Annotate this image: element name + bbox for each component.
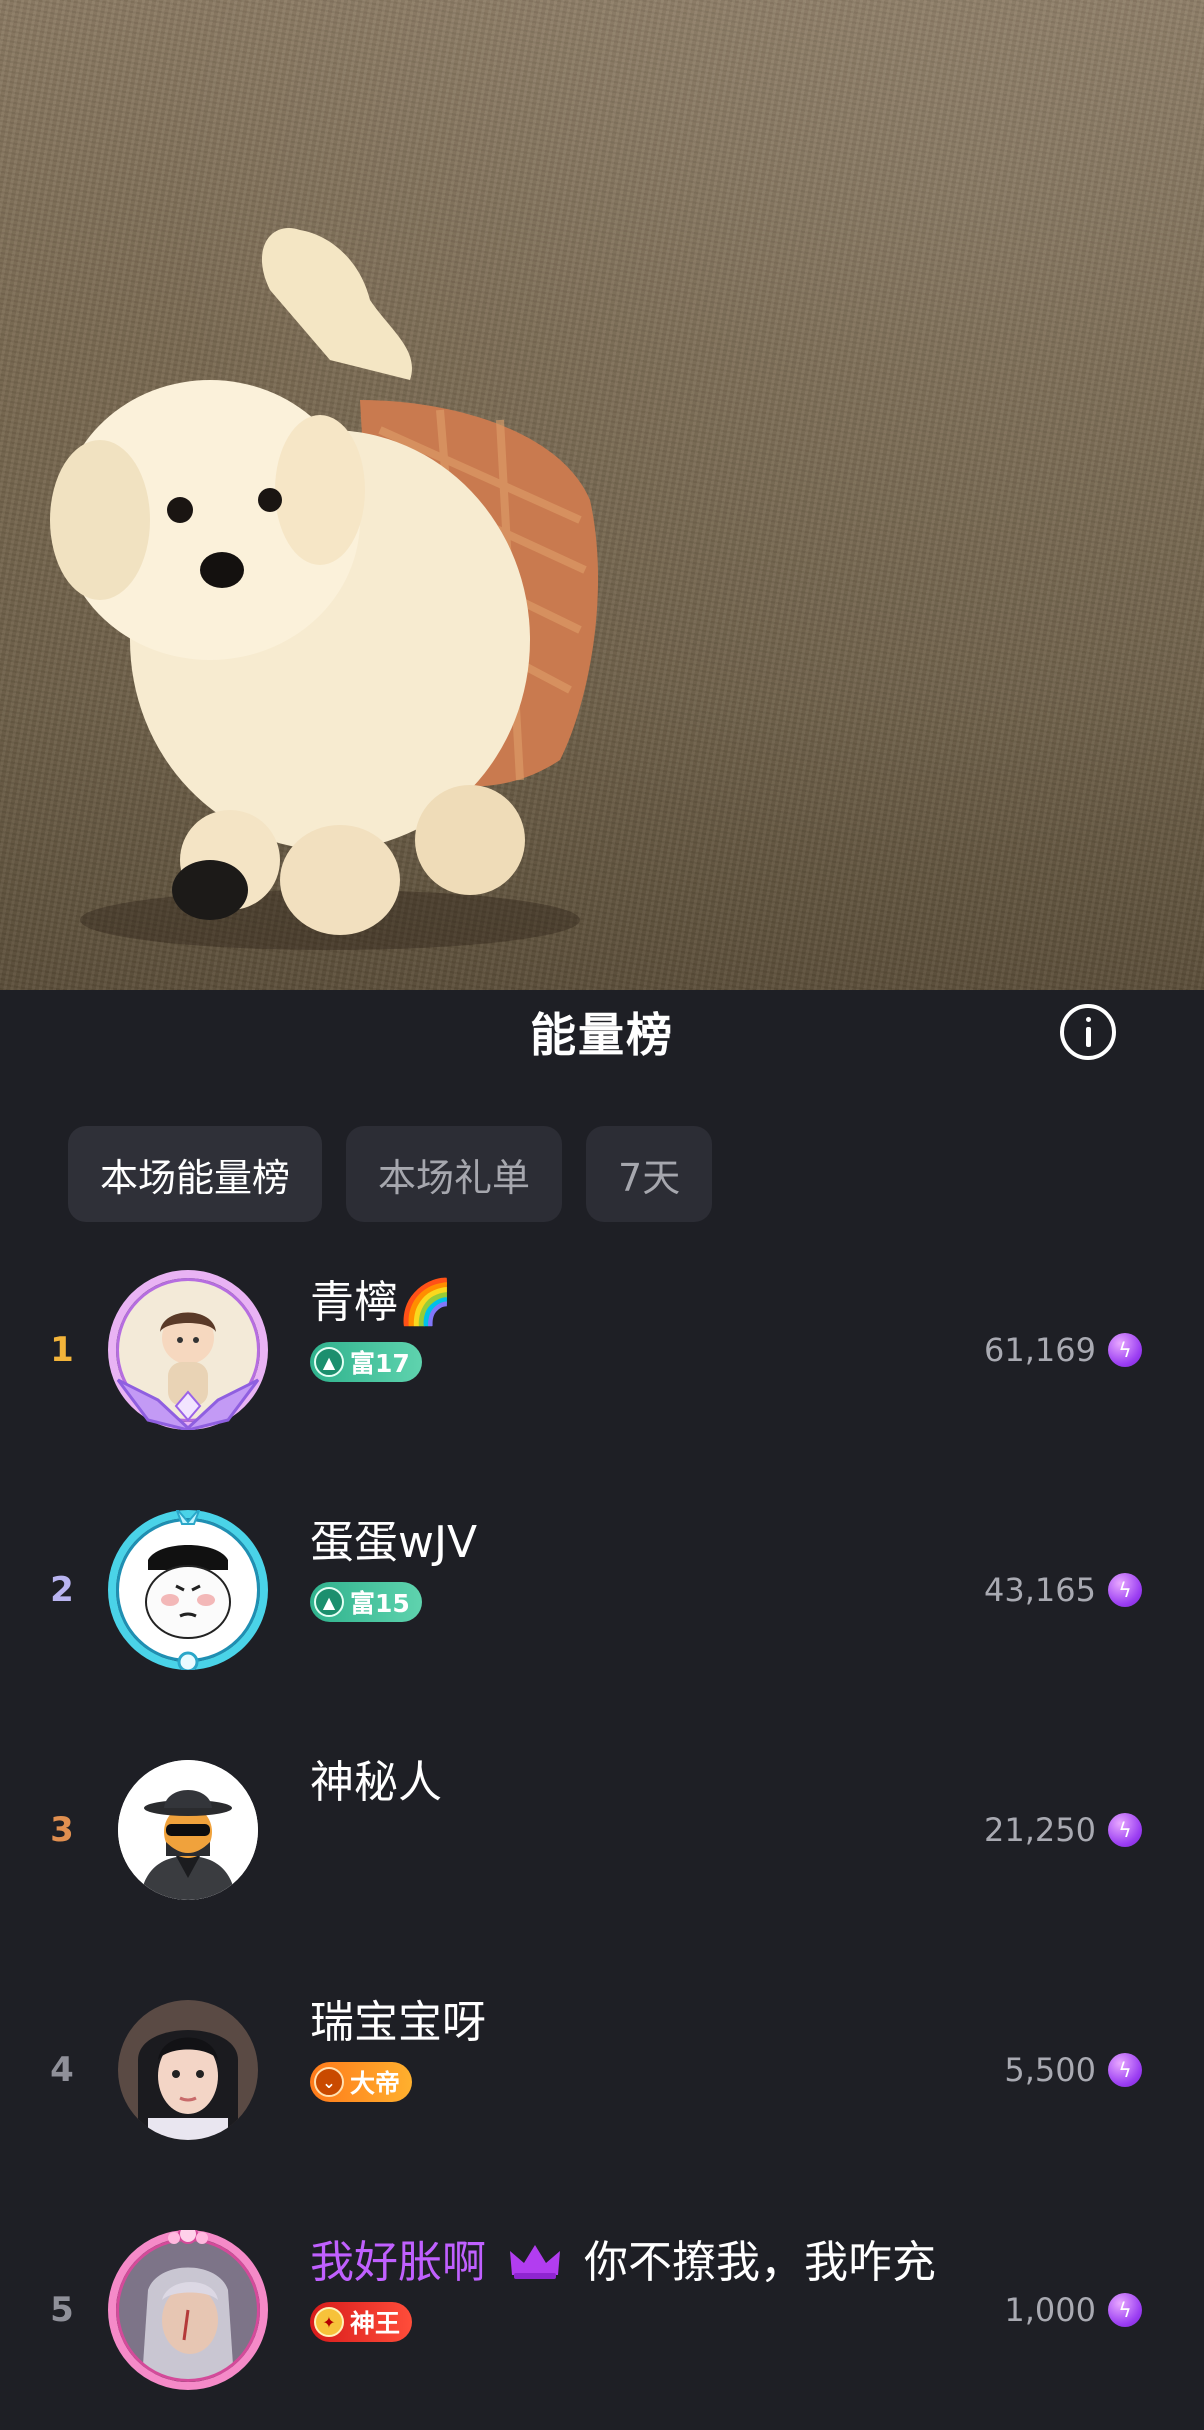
ranking-row[interactable]: 1 青檸🌈 ▲ 富17 61,169 ϟ [0,1230,1204,1470]
ranking-list: 1 青檸🌈 ▲ 富17 61,169 ϟ 2 蛋蛋wJV ▲ 富15 43,16… [0,1230,1204,2430]
rank-number: 5 [50,2290,74,2330]
avatar[interactable] [108,1510,268,1670]
rank-number: 3 [50,1810,74,1850]
info-icon[interactable] [1060,1004,1116,1060]
ranking-row[interactable]: 3 神秘人 21,250 ϟ [0,1710,1204,1950]
panel-title: 能量榜 [530,1008,674,1062]
energy-score: 1,000 ϟ [1004,2190,1142,2430]
energy-score: 21,250 ϟ [984,1710,1142,1950]
energy-score: 43,165 ϟ [984,1470,1142,1710]
dog-photo [50,228,599,950]
tab-7-days[interactable]: 7天 [586,1126,713,1222]
vip-user-name: 我好胀啊 [310,2237,486,2288]
tab-session-energy[interactable]: 本场能量榜 [68,1126,323,1222]
avatar[interactable] [108,1750,268,1910]
user-name: 我好胀啊 你不撩我，我咋充 [310,2226,936,2290]
rank-number: 2 [50,1570,74,1610]
triangle-level-icon: ▲ [314,1347,344,1377]
shield-level-icon: ✦ [314,2307,344,2337]
energy-score: 5,500 ϟ [1004,1950,1142,2190]
noble-level-badge: ✦ 神王 [310,2302,413,2342]
ranking-row[interactable]: 2 蛋蛋wJV ▲ 富15 43,165 ϟ [0,1470,1204,1710]
rank-number: 1 [50,1330,74,1370]
triangle-level-icon: ▲ [314,1587,344,1617]
lightning-energy-icon: ϟ [1108,1333,1142,1367]
lightning-energy-icon: ϟ [1108,1813,1142,1847]
user-name: 蛋蛋wJV [310,1517,478,1568]
wealth-level-badge: ▲ 富17 [310,1342,422,1382]
wealth-level-badge: ▲ 富15 [310,1582,422,1622]
lightning-energy-icon: ϟ [1108,2053,1142,2087]
frame-gem-ornament [175,1510,201,1670]
chevron-level-icon: ⌄ [314,2067,344,2097]
avatar-image [118,2000,258,2140]
flower-frame-ornament [168,2230,208,2244]
ranking-tabs: 本场能量榜 本场礼单 7天 [68,1126,713,1222]
avatar[interactable] [108,2230,268,2390]
user-name: 神秘人 [310,1757,442,1808]
crown-icon [510,2245,560,2279]
ranking-row[interactable]: 5 我好胀啊 你不撩我，我咋充 ✦ 神王 1,000 ϟ [0,2190,1204,2430]
stream-video-frame[interactable] [0,0,1204,990]
avatar[interactable] [108,1270,268,1430]
energy-ranking-panel: 能量榜 本场能量榜 本场礼单 7天 1 青檸🌈 ▲ 富17 61,169 ϟ 2… [0,990,1204,2406]
avatar[interactable] [108,1990,268,2150]
rank-number: 4 [50,2050,74,2090]
tab-session-gifts[interactable]: 本场礼单 [346,1126,563,1222]
mystery-person-avatar [118,1760,258,1900]
crystal-frame-ornament [116,1378,260,1430]
user-signature: 你不撩我，我咋充 [584,2237,936,2288]
noble-level-badge: ⌄ 大帝 [310,2062,413,2102]
user-name: 瑞宝宝呀 [310,1997,486,2048]
ranking-row[interactable]: 4 瑞宝宝呀 ⌄ 大帝 5,500 ϟ [0,1950,1204,2190]
user-name: 青檸🌈 [310,1277,453,1328]
energy-score: 61,169 ϟ [984,1230,1142,1470]
lightning-energy-icon: ϟ [1108,1573,1142,1607]
lightning-energy-icon: ϟ [1108,2293,1142,2327]
